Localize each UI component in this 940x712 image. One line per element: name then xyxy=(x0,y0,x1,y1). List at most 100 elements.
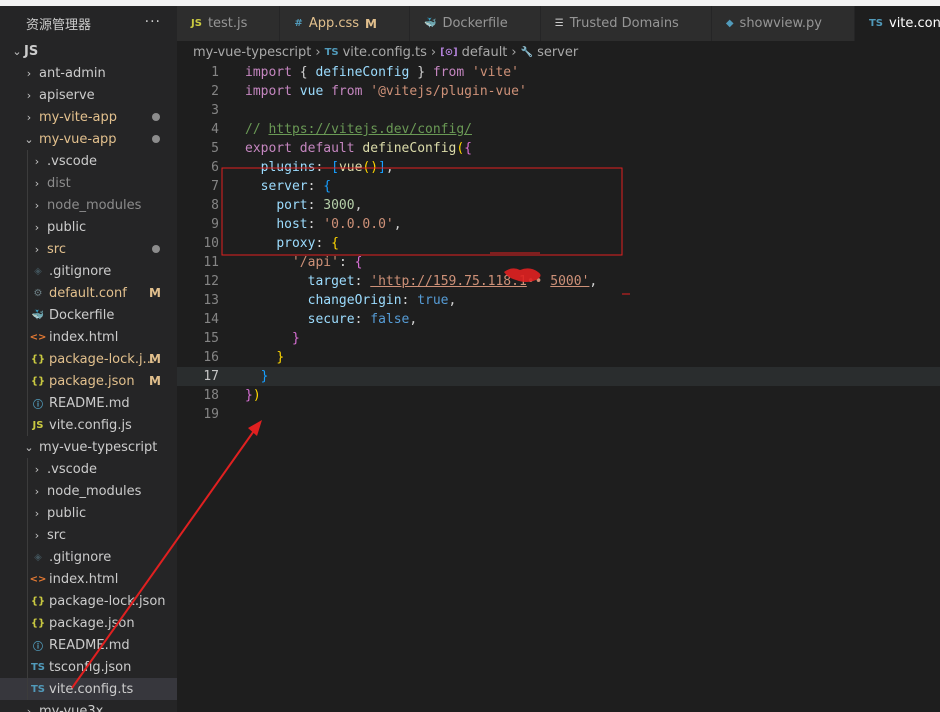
tree-file[interactable]: ◈ .gitignore xyxy=(0,546,177,568)
tree-file[interactable]: TS vite.config.ts xyxy=(0,678,177,700)
tree-folder[interactable]: › .vscode xyxy=(0,458,177,480)
tree-folder[interactable]: › src xyxy=(0,238,177,260)
tree-folder[interactable]: › ant-admin xyxy=(0,62,177,84)
tree-folder[interactable]: › src xyxy=(0,524,177,546)
more-actions-icon[interactable]: ··· xyxy=(145,14,161,30)
explorer-title: 资源管理器 xyxy=(26,17,92,33)
code-line[interactable]: 8 port: 3000, xyxy=(177,196,940,215)
tree-file[interactable]: 🐳 Dockerfile xyxy=(0,304,177,326)
code-text: plugins: [vue()], xyxy=(219,160,394,175)
code-line[interactable]: 10 proxy: { xyxy=(177,234,940,253)
editor-tab[interactable]: TS vite.config.ts xyxy=(854,6,940,41)
indent-guide xyxy=(27,172,28,194)
editor-tab[interactable]: 🐳 Dockerfile xyxy=(410,6,541,41)
tree-folder[interactable]: › node_modules xyxy=(0,480,177,502)
editor-tab[interactable]: JS test.js xyxy=(177,6,281,41)
tree-folder[interactable]: › public xyxy=(0,216,177,238)
chevron-right-icon: › xyxy=(430,44,437,60)
workspace-root[interactable]: ⌄ JS xyxy=(0,40,177,62)
editor-tab[interactable]: ◆ showview.py xyxy=(711,6,855,41)
code-line[interactable]: 16 } xyxy=(177,348,940,367)
code-text: host: '0.0.0.0', xyxy=(219,217,401,232)
tree-file[interactable]: JS vite.config.js xyxy=(0,414,177,436)
code-line[interactable]: 11 '/api': { xyxy=(177,253,940,272)
breadcrumb-symbol-server[interactable]: server xyxy=(537,45,578,60)
code-line[interactable]: 3 xyxy=(177,101,940,120)
code-token: , xyxy=(448,293,457,308)
html-icon: <> xyxy=(29,573,47,585)
tree-folder[interactable]: › .vscode xyxy=(0,150,177,172)
line-number: 19 xyxy=(203,407,219,422)
code-text: import vue from '@vitejs/plugin-vue' xyxy=(219,84,527,99)
code-token: ( xyxy=(456,141,465,156)
code-line[interactable]: 17 } xyxy=(177,367,940,386)
tree-folder[interactable]: › node_modules xyxy=(0,194,177,216)
code-token: host xyxy=(276,217,308,232)
code-line[interactable]: 4// https://vitejs.dev/config/ xyxy=(177,120,940,139)
breadcrumb-folder[interactable]: my-vue-typescript xyxy=(193,45,311,60)
code-token: : xyxy=(307,217,324,232)
code-token: : xyxy=(401,293,418,308)
tree-folder[interactable]: › my-vue3x xyxy=(0,700,177,712)
indent-guide xyxy=(27,370,28,392)
code-line[interactable]: 18}) xyxy=(177,386,940,405)
code-line[interactable]: 7 server: { xyxy=(177,177,940,196)
tree-item-label: Dockerfile xyxy=(49,307,115,323)
code-line[interactable]: 1 import { defineConfig } from 'vite' xyxy=(177,63,940,82)
code-line[interactable]: 14 secure: false, xyxy=(177,310,940,329)
breadcrumb-symbol-default[interactable]: default xyxy=(462,45,508,60)
tree-file[interactable]: {} package-lock.json xyxy=(0,590,177,612)
tree-item-label: package-lock.j... xyxy=(49,351,155,367)
chevron-down-icon: ⌄ xyxy=(12,44,22,58)
code-token: changeOrigin xyxy=(307,293,402,308)
tree-file[interactable]: TS tsconfig.json xyxy=(0,656,177,678)
tree-folder[interactable]: › dist xyxy=(0,172,177,194)
line-number: 17 xyxy=(203,369,219,384)
file-tree: › ant-admin › apiserve › my-vite-app ⌄ my-vue-a… xyxy=(0,62,177,712)
line-number: 12 xyxy=(203,274,219,289)
editor-tab[interactable]: # App.css M xyxy=(280,6,410,41)
code-editor[interactable]: 1 import { defineConfig } from 'vite' 2 imp… xyxy=(177,63,940,712)
code-line[interactable]: 2 import vue from '@vitejs/plugin-vue' xyxy=(177,82,940,101)
line-number: 8 xyxy=(211,198,219,213)
tree-file[interactable]: ⓘ README.md xyxy=(0,392,177,414)
tree-file[interactable]: ◈ .gitignore xyxy=(0,260,177,282)
code-line[interactable]: 5 export default defineConfig({ xyxy=(177,139,940,158)
code-text: port: 3000, xyxy=(219,198,362,213)
tree-folder[interactable]: › apiserve xyxy=(0,84,177,106)
tree-file[interactable]: <> index.html xyxy=(0,326,177,348)
editor-tab[interactable]: ☰ Trusted Domains xyxy=(540,6,712,41)
code-line[interactable]: 15 } xyxy=(177,329,940,348)
modified-badge: M xyxy=(149,374,161,388)
code-line[interactable]: 19 xyxy=(177,405,940,424)
code-token: ) xyxy=(252,388,261,403)
breadcrumb-file[interactable]: vite.config.ts xyxy=(343,45,427,60)
tree-file[interactable]: ⓘ README.md xyxy=(0,634,177,656)
code-line[interactable]: 13 changeOrigin: true, xyxy=(177,291,940,310)
tree-item-label: package.json xyxy=(49,615,135,631)
tree-item-label: tsconfig.json xyxy=(49,659,132,675)
css-icon: # xyxy=(294,18,303,29)
tree-item-label: .gitignore xyxy=(49,263,112,279)
tree-file[interactable]: {} package.json M xyxy=(0,370,177,392)
tree-folder[interactable]: › public xyxy=(0,502,177,524)
tree-file[interactable]: ⚙ default.conf M xyxy=(0,282,177,304)
code-token: export xyxy=(245,141,292,156)
code-line[interactable]: 6 plugins: [vue()], xyxy=(177,158,940,177)
line-number: 2 xyxy=(211,84,219,99)
tree-folder[interactable]: ⌄ my-vue-app xyxy=(0,128,177,150)
indent-guide xyxy=(27,524,28,546)
code-token: { xyxy=(464,141,472,156)
tree-folder[interactable]: ⌄ my-vue-typescript xyxy=(0,436,177,458)
tree-file[interactable]: <> index.html xyxy=(0,568,177,590)
chevron-right-icon: › xyxy=(26,66,32,80)
code-token: , xyxy=(354,198,363,213)
code-line[interactable]: 9 host: '0.0.0.0', xyxy=(177,215,940,234)
chevron-right-icon: › xyxy=(315,44,321,60)
tree-folder[interactable]: › my-vite-app xyxy=(0,106,177,128)
tree-file[interactable]: {} package.json xyxy=(0,612,177,634)
tree-file[interactable]: {} package-lock.j... M xyxy=(0,348,177,370)
code-line[interactable]: 12 target: 'http://159.75.118.1•• 5000', xyxy=(177,272,940,291)
